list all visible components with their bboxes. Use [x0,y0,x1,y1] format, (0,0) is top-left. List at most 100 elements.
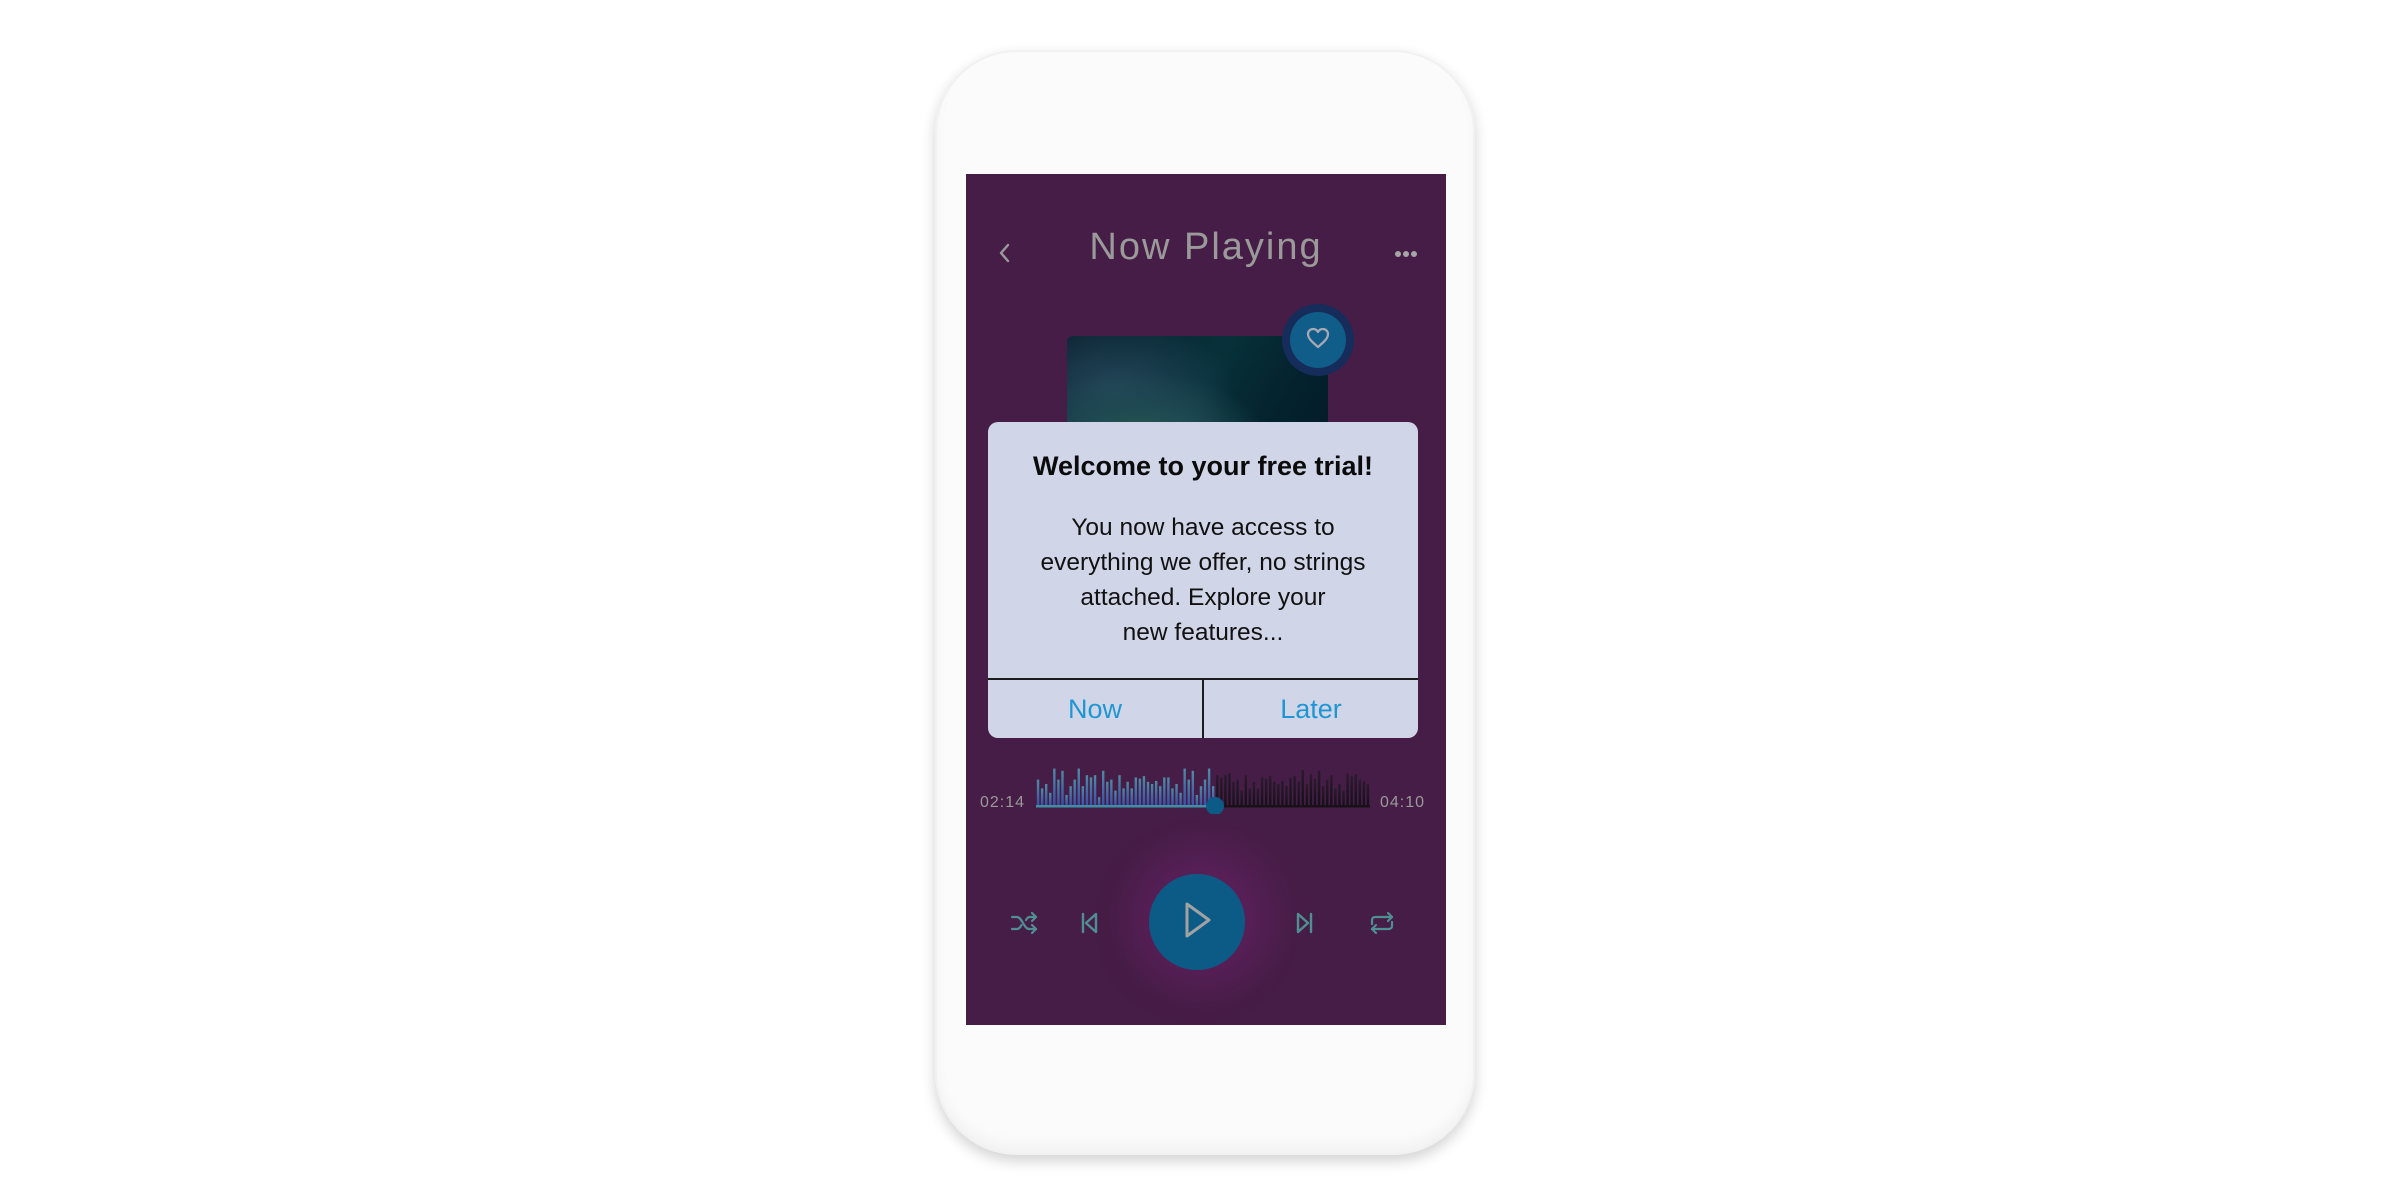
waveform-bar [1289,777,1292,806]
waveform-bar [1317,770,1321,806]
waveform-bar [1277,784,1280,806]
dialog-message: You now have access to everything we off… [1008,510,1398,650]
waveform-bar [1167,777,1170,806]
shuffle-icon[interactable] [1010,910,1040,940]
waveform-bar [1305,784,1309,806]
free-trial-dialog: Welcome to your free trial! You now have… [988,422,1418,738]
waveform-bar [1089,777,1093,806]
waveform-bar [1256,788,1260,806]
favorite-button[interactable] [1290,312,1346,368]
progress-fill [1036,805,1216,808]
waveform-bar [1171,788,1174,806]
repeat-icon[interactable] [1367,910,1397,940]
waveform-bar [1338,784,1341,806]
waveform-bar [1334,788,1337,806]
waveform-bar [1228,773,1231,806]
waveform-bar [1057,779,1060,806]
waveform-bar [1077,768,1080,806]
waveform-bar [1362,781,1366,806]
waveform-bar [1036,779,1040,806]
waveform-bar [1146,781,1150,806]
skip-next-icon[interactable] [1293,911,1315,939]
waveform-bar [1248,788,1252,806]
waveform-bar [1142,776,1146,806]
waveform-bar [1183,768,1186,806]
waveform-bar [1106,781,1109,806]
waveform-bar [1093,775,1097,806]
waveform-bar [1085,775,1089,806]
waveform-bar [1118,775,1121,806]
waveform-bar [1350,776,1353,806]
waveform-bar [1065,795,1068,806]
waveform-bar [1163,777,1166,806]
waveform-bar [1240,790,1243,806]
elapsed-time: 02:14 [980,794,1026,811]
waveform-bar [1138,778,1142,806]
heart-icon [1306,327,1330,353]
waveform-scrubber[interactable] [1036,754,1370,814]
waveform-bar [1102,770,1105,806]
now-button[interactable]: Now [988,680,1202,738]
dialog-title: Welcome to your free trial! [1032,451,1374,481]
waveform-bar [1053,768,1056,806]
waveform-bar [1187,779,1190,806]
waveform-bar [1313,778,1317,806]
waveform-bar [1330,775,1333,806]
waveform-bar [1346,773,1349,806]
waveform-bar [1354,774,1357,806]
waveform-bar [1081,786,1085,806]
waveform-bar [1110,779,1113,806]
waveform-bar [1321,786,1325,806]
waveform-bar [1269,776,1272,806]
waveform-bar [1224,775,1227,806]
waveform-bar [1260,777,1264,806]
waveform-bar [1203,779,1207,806]
waveform-bar [1244,775,1247,806]
waveform-bar [1040,788,1044,806]
dialog-message-line: new features... [1122,619,1284,646]
waveform-bar [1114,790,1117,806]
waveform-bar [1264,778,1268,806]
waveform-bar [1175,784,1178,806]
waveform-bar [1236,779,1239,806]
waveform-bar [1195,795,1199,806]
waveform-bar [1358,779,1362,806]
later-button[interactable]: Later [1204,680,1418,738]
waveform-bar [1293,776,1296,806]
waveform-bar [1097,797,1101,806]
waveform-bar [1073,779,1076,806]
waveform-bar [1061,770,1064,806]
waveform-bar [1309,774,1313,806]
dialog-message-line: You now have access to [1071,514,1335,541]
waveform-bar [1044,784,1048,806]
waveform-bar [1134,777,1137,806]
waveform-bar [1199,786,1203,806]
waveform-bar [1049,792,1052,806]
page-title: Now Playing [1089,226,1323,268]
waveform-bar [1232,781,1235,806]
dialog-message-line: everything we offer, no strings [1040,549,1366,576]
waveform-bar [1252,781,1256,806]
waveform-bar [1366,784,1370,806]
play-button[interactable] [1149,874,1245,970]
waveform-bar [1191,770,1195,806]
waveform-bar [1122,788,1125,806]
waveform-bar [1154,780,1158,806]
waveform-bar [1126,781,1129,806]
waveform-bar [1159,786,1162,806]
waveform-bar [1326,779,1329,806]
more-horizontal-icon[interactable] [1393,246,1421,260]
skip-previous-icon[interactable] [1079,911,1101,939]
play-icon [1179,900,1215,944]
waveform-bar [1130,788,1133,806]
waveform-bar [1150,784,1154,806]
waveform-bar [1069,786,1072,806]
waveform-bar [1179,792,1182,806]
waveform-bar [1285,786,1288,806]
waveform-bar [1342,790,1345,806]
waveform-bar [1297,781,1300,806]
dialog-message-line: attached. Explore your [1080,584,1326,611]
waveform-bar [1301,769,1304,806]
duration-time: 04:10 [1380,794,1426,811]
waveform-bar [1281,780,1284,806]
